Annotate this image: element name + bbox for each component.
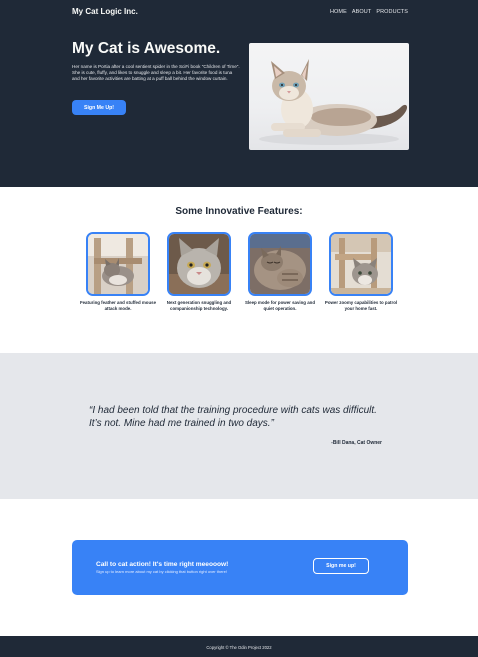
hero-description: Her name is Portia after a cool sentient…	[72, 64, 240, 82]
cat-under-chair-photo-icon	[329, 232, 393, 296]
cta-title: Call to cat action! It's time right meeo…	[96, 561, 229, 568]
features-title: Some Innovative Features:	[175, 206, 303, 217]
nav-products-link[interactable]: PRODUCTS	[376, 9, 408, 15]
hero-section: My Cat Logic Inc. HOME ABOUT PRODUCTS My…	[0, 0, 478, 187]
copyright-text: Copyright © The Odin Project 2022	[206, 645, 272, 650]
cta-subtitle: Sign up to learn more about my cat by cl…	[96, 569, 227, 574]
feature-caption: Sleep mode for power saving and quiet op…	[244, 300, 316, 311]
site-logo[interactable]: My Cat Logic Inc.	[72, 7, 138, 16]
sign-me-up-button[interactable]: Sign Me Up!	[72, 100, 126, 115]
cat-face-photo-icon	[167, 232, 231, 296]
cta-sign-up-button[interactable]: Sign me up!	[313, 558, 369, 574]
nav-home-link[interactable]: HOME	[330, 9, 347, 15]
nav-about-link[interactable]: ABOUT	[352, 9, 371, 15]
hero-title: My Cat is Awesome.	[72, 40, 221, 57]
quote-author: -Bill Dana, Cat Owner	[331, 440, 382, 446]
feature-caption: Featuring feather and stuffed mouse atta…	[79, 300, 157, 311]
quote-section: “I had been told that the training proce…	[0, 353, 478, 499]
cat-on-chair-photo-icon	[86, 232, 150, 296]
testimonial-quote: “I had been told that the training proce…	[89, 405, 377, 429]
footer: Copyright © The Odin Project 2022	[0, 636, 478, 657]
feature-caption: Power zoomy capabilities to patrol your …	[324, 300, 398, 311]
call-to-action-box: Call to cat action! It's time right meeo…	[72, 540, 408, 595]
top-nav: HOME ABOUT PRODUCTS	[330, 9, 408, 15]
feature-caption: Next generation snuggling and companions…	[166, 300, 232, 311]
sleeping-cat-photo-icon	[248, 232, 312, 296]
hero-cat-image	[249, 43, 409, 150]
